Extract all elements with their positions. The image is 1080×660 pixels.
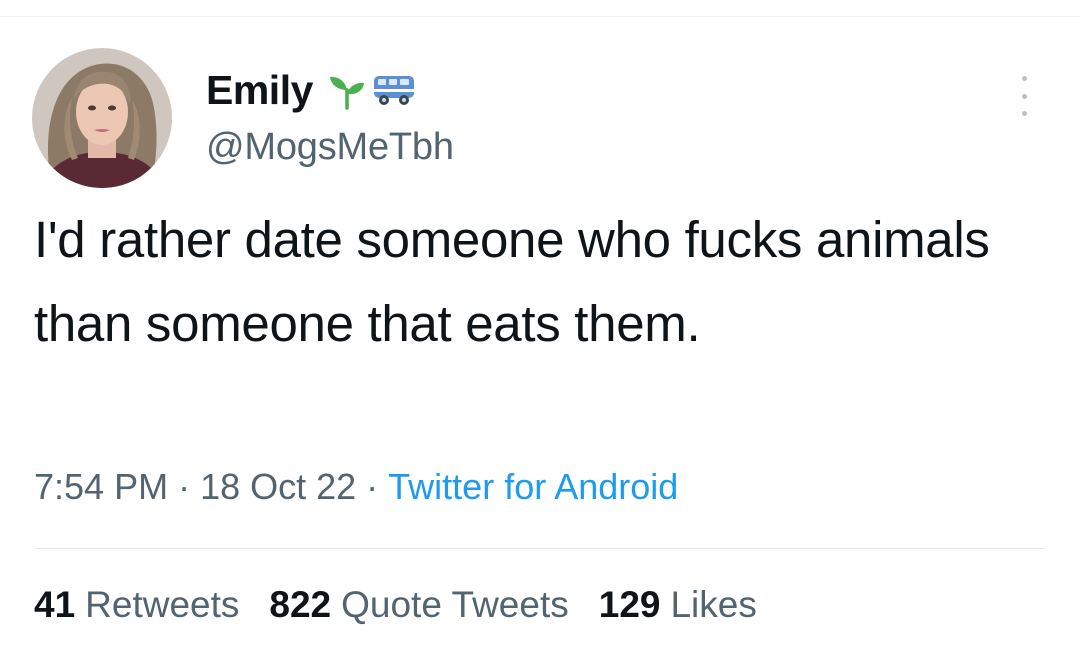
tweet-source-link[interactable]: Twitter for Android [388, 466, 678, 507]
tweet-text: I'd rather date someone who fucks animal… [34, 211, 990, 352]
avatar-image [32, 48, 172, 188]
more-options-icon[interactable] [1012, 76, 1036, 116]
retweets-label: Retweets [85, 584, 240, 625]
tweet-time[interactable]: 7:54 PM [34, 466, 168, 507]
more-dot [1021, 111, 1027, 116]
tweet-meta: 7:54 PM · 18 Oct 22 · Twitter for Android [34, 466, 678, 508]
avatar[interactable] [32, 48, 172, 188]
quote-tweets-count: 822 [269, 584, 332, 625]
user-handle[interactable]: @MogsMeTbh [206, 126, 454, 169]
van-icon [371, 70, 417, 110]
retweets-stat[interactable]: 41 Retweets [34, 584, 239, 626]
quote-tweets-stat[interactable]: 822 Quote Tweets [269, 584, 568, 626]
stats-divider [34, 548, 1046, 549]
meta-separator: · [178, 466, 191, 507]
quote-tweets-label: Quote Tweets [341, 584, 569, 625]
more-dot [1021, 76, 1027, 81]
likes-count: 129 [598, 584, 661, 625]
name-row: Emily [206, 62, 454, 118]
tweet-header: Emily @MogsMeTbh [206, 62, 454, 169]
likes-stat[interactable]: 129 Likes [599, 584, 757, 626]
likes-label: Likes [670, 584, 757, 625]
more-dot [1021, 93, 1027, 99]
sprout-icon [327, 70, 367, 110]
tweet-date[interactable]: 18 Oct 22 [200, 466, 356, 507]
retweets-count: 41 [34, 584, 76, 625]
top-divider [0, 16, 1080, 17]
display-name[interactable]: Emily [206, 67, 313, 114]
meta-separator: · [366, 466, 379, 507]
tweet-stats: 41 Retweets 822 Quote Tweets 129 Likes [34, 584, 757, 626]
